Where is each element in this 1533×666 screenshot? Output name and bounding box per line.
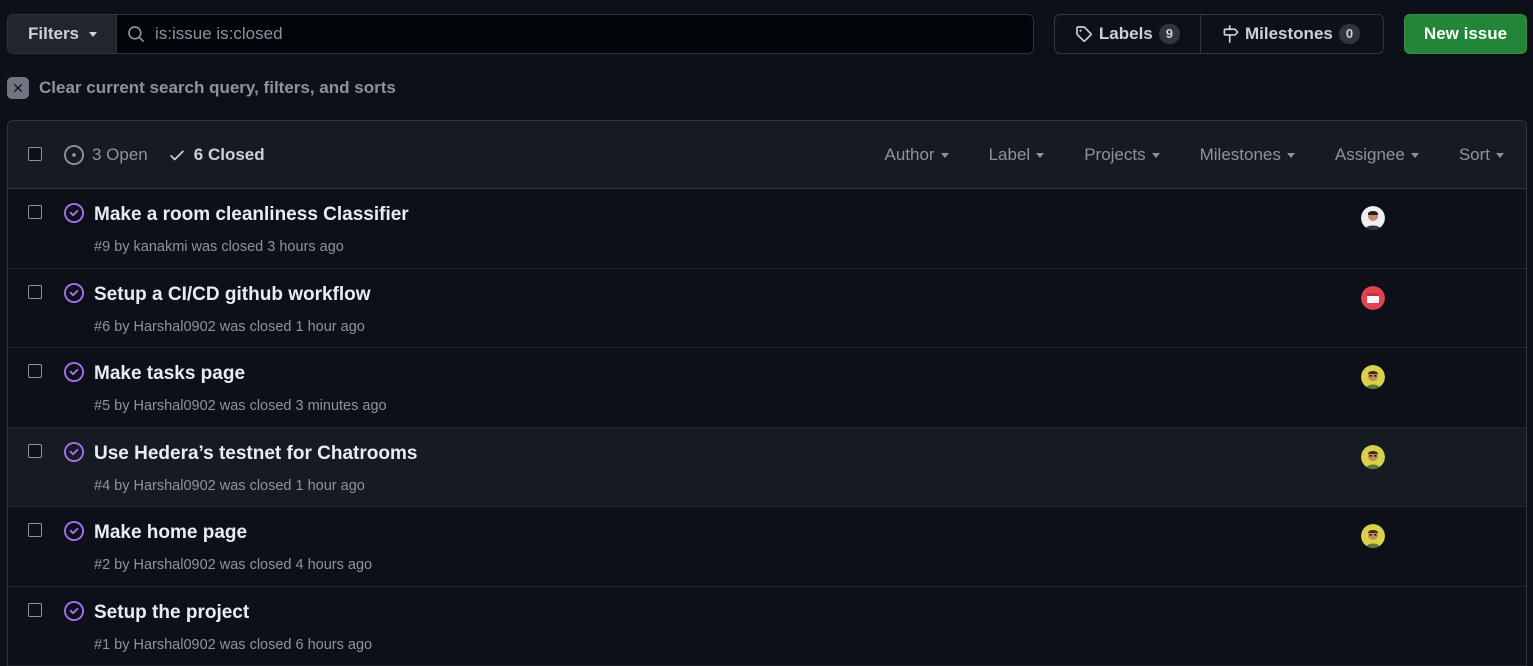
filters-label: Filters [28,24,80,43]
issue-row[interactable]: Make home page #2 by Harshal0902 was clos… [8,507,1526,587]
issue-closed-icon [64,282,84,306]
sort-filter[interactable]: Sort [1459,145,1504,165]
label-filter[interactable]: Label [989,145,1045,165]
issue-title-link[interactable]: Make home page [94,522,247,544]
issue-title-link[interactable]: Use Hedera’s testnet for Chatrooms [94,443,417,465]
select-all-checkbox[interactable] [28,147,42,161]
issue-opened-icon [64,145,84,165]
milestones-filter-label: Milestones [1199,145,1281,164]
labels-button[interactable]: Labels 9 [1055,15,1201,53]
issues-list-header: 3 Open 6 Closed Author Label Projects Mi… [8,121,1526,189]
chevron-down-icon [1036,152,1045,158]
issue-rows: Make a room cleanliness Classifier #9 by … [8,189,1526,666]
search-input[interactable] [155,24,1033,44]
issue-checkbox[interactable] [28,205,42,219]
issue-meta: #6 by Harshal0902 was closed 1 hour ago [94,318,365,335]
issue-checkbox[interactable] [28,602,42,617]
milestones-label: Milestones [1245,24,1333,43]
check-icon [170,150,184,161]
chevron-down-icon [940,152,949,158]
issue-meta: #4 by Harshal0902 was closed 1 hour ago [94,477,365,494]
projects-filter[interactable]: Projects [1084,145,1160,165]
assignee-avatar[interactable] [1361,524,1385,548]
filters-button[interactable]: Filters [8,15,117,53]
milestones-button[interactable]: Milestones 0 [1201,15,1383,53]
chevron-down-icon [89,31,98,37]
issue-meta: #9 by kanakmi was closed 3 hours ago [94,239,344,255]
issue-row[interactable]: Use Hedera’s testnet for Chatrooms #4 by … [8,427,1526,507]
issue-title-link[interactable]: Setup the project [94,602,249,624]
issue-checkbox[interactable] [28,443,42,458]
search-icon [128,26,144,42]
issue-title-link[interactable]: Make tasks page [94,363,245,385]
labels-counter: 9 [1158,24,1180,44]
issue-row[interactable]: Setup a CI/CD github workflow #6 by Harsh… [8,268,1526,348]
state-toggle: 3 Open 6 Closed [64,145,265,165]
labels-label: Labels [1098,24,1153,43]
clear-filters-link[interactable]: Clear current search query, filters, and… [7,76,396,100]
issue-title-link[interactable]: Setup a CI/CD github workflow [94,284,371,306]
author-filter-label: Author [884,145,935,164]
search-box[interactable] [117,15,1033,53]
issue-closed-icon [64,521,84,544]
issue-meta: #5 by Harshal0902 was closed 3 minutes a… [94,398,387,414]
issue-closed-icon [64,600,84,624]
sort-filter-label: Sort [1458,145,1490,164]
tag-icon [1076,26,1092,42]
issues-toolbar: Filters Labels 9 Milestones 0 New issue [7,14,1527,54]
assignee-filter-label: Assignee [1334,145,1405,164]
issue-closed-icon [64,203,84,226]
milestones-counter: 0 [1338,24,1361,44]
open-issues-tab[interactable]: 3 Open [64,145,148,165]
label-filter-label: Label [988,145,1031,164]
issue-title-link[interactable]: Make a room cleanliness Classifier [94,204,409,226]
assignee-avatar[interactable] [1361,206,1385,230]
assignee-avatar[interactable] [1361,444,1385,469]
new-issue-button[interactable]: New issue [1404,14,1527,54]
labels-milestones-group: Labels 9 Milestones 0 [1054,14,1384,54]
milestones-filter[interactable]: Milestones [1200,145,1295,165]
filter-search-group: Filters [7,14,1034,54]
chevron-down-icon [1496,152,1504,158]
issue-meta: #2 by Harshal0902 was closed 4 hours ago [94,557,373,573]
chevron-down-icon [1286,152,1295,158]
issue-closed-icon [64,362,84,385]
clear-filters-text: Clear current search query, filters, and… [39,78,396,97]
issue-checkbox[interactable] [28,523,42,537]
issue-checkbox[interactable] [28,284,42,299]
chevron-down-icon [1410,152,1419,158]
assignee-avatar[interactable] [1361,285,1385,310]
header-filters: Author Label Projects Milestones Assigne… [884,145,1504,165]
issue-row[interactable]: Setup the project #1 by Harshal0902 was c… [8,586,1526,666]
milestone-icon [1223,25,1239,43]
issue-row[interactable]: Make a room cleanliness Classifier #9 by … [8,189,1526,269]
chevron-down-icon [1151,152,1160,158]
assignee-avatar[interactable] [1361,365,1385,389]
close-icon [7,77,29,99]
closed-issues-tab[interactable]: 6 Closed [168,145,265,165]
issue-meta: #1 by Harshal0902 was closed 6 hours ago [94,636,373,653]
assignee-filter[interactable]: Assignee [1335,145,1419,165]
author-filter[interactable]: Author [884,145,949,165]
issues-list: 3 Open 6 Closed Author Label Projects Mi… [7,120,1527,666]
issue-row[interactable]: Make tasks page #5 by Harshal0902 was clo… [8,348,1526,428]
issue-checkbox[interactable] [28,364,42,378]
issue-closed-icon [64,441,84,465]
closed-issues-label: 6 Closed [193,145,265,164]
projects-filter-label: Projects [1084,145,1146,164]
open-issues-label: 3 Open [92,145,148,164]
